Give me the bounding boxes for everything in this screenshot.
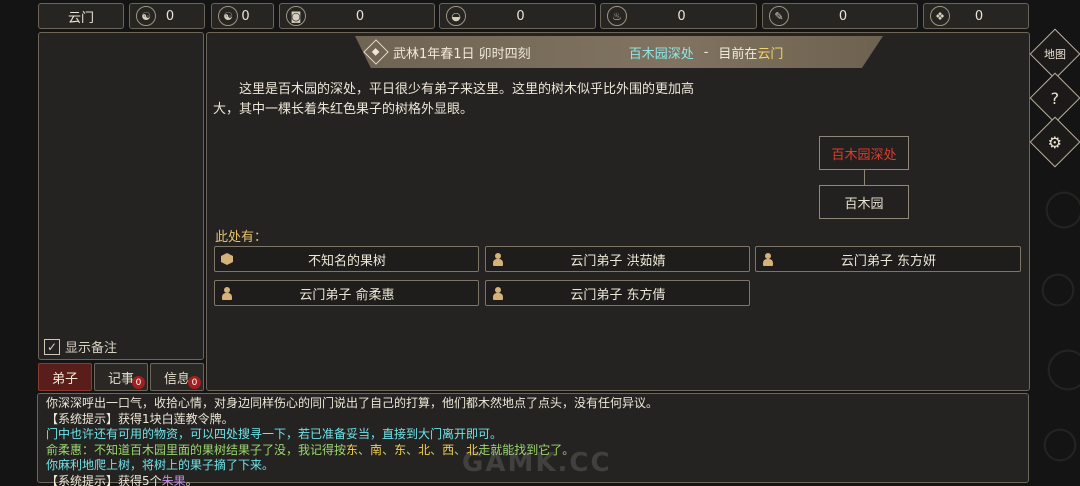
entity-fruit-tree[interactable]: 不知名的果树 — [214, 246, 479, 272]
rice-bowl-icon: ◒ — [446, 6, 466, 26]
entity-label: 云门弟子 洪茹婧 — [570, 253, 666, 269]
settings-gear-icon: ⚙ — [1047, 132, 1063, 152]
map-node-exit[interactable]: 百木园 — [819, 185, 909, 219]
entity-disciple-yu[interactable]: 云门弟子 俞柔惠 — [214, 280, 479, 306]
current-location: 百木园深处 — [628, 46, 694, 62]
scroll-icon: ✎ — [769, 6, 789, 26]
resource-yin-yang: ☯ 0 — [211, 3, 274, 29]
location-description: 这里是百木园的深处，平日很少有弟子来这里。这里的树木似乎比外围的更加高大，其中一… — [213, 82, 695, 117]
map-icon: 地图 — [1044, 48, 1066, 61]
resource-value: 0 — [838, 8, 848, 24]
watermark: GAMK.CC — [462, 448, 612, 478]
gourd-icon: ♨ — [607, 6, 627, 26]
entity-disciple-dongfangqian[interactable]: 云门弟子 东方倩 — [485, 280, 750, 306]
now-at-place: 云门 — [757, 46, 784, 62]
sect-label: 云门 — [38, 3, 124, 29]
map-node-label: 百木园深处 — [831, 147, 897, 163]
settings-button[interactable]: ⚙ — [1029, 116, 1080, 168]
resource-value: 0 — [241, 8, 250, 24]
resource-rice: ◒ 0 — [439, 3, 596, 29]
sect-label-text: 云门 — [67, 10, 94, 26]
person-icon — [761, 252, 775, 266]
game-date: 武林1年春1日 卯时四刻 — [393, 46, 531, 62]
tab-label: 弟子 — [51, 371, 78, 387]
checkbox-check-icon[interactable]: ✓ — [44, 338, 60, 355]
object-box-icon — [220, 252, 234, 266]
resource-ore: ❖ 0 — [923, 3, 1029, 29]
help-icon: ? — [1050, 88, 1060, 108]
resource-value: 0 — [355, 8, 365, 24]
log-line: 【系统提示】获得1块白莲教令牌。 — [46, 411, 234, 426]
show-memo-label: 显示备注 — [65, 341, 118, 356]
resource-taiji-coin: ☯ 0 — [129, 3, 205, 29]
person-icon — [491, 252, 505, 266]
ore-icon: ❖ — [930, 6, 950, 26]
unread-badge: 0 — [132, 376, 145, 389]
tab-label: 信息 — [163, 371, 190, 387]
resource-value: 0 — [165, 8, 175, 24]
entity-disciple-hong[interactable]: 云门弟子 洪茹婧 — [485, 246, 750, 272]
now-at-label: 目前在 — [718, 46, 758, 62]
entity-label: 云门弟子 东方妍 — [840, 253, 937, 269]
tab-messages[interactable]: 信息 0 — [150, 363, 204, 391]
yin-yang-icon: ☯ — [218, 6, 238, 26]
left-panel — [38, 32, 204, 360]
resource-gourd: ♨ 0 — [600, 3, 757, 29]
entity-disciple-dongfangyan[interactable]: 云门弟子 东方妍 — [755, 246, 1021, 272]
person-icon — [220, 286, 234, 300]
map-node-current: 百木园深处 — [819, 136, 909, 170]
resource-square-coin: ◙ 0 — [279, 3, 435, 29]
location-banner: ◆ 武林1年春1日 卯时四刻 百木园深处 - 目前在 云门 — [355, 36, 883, 68]
taiji-coin-icon: ☯ — [136, 6, 156, 26]
entity-label: 云门弟子 俞柔惠 — [299, 287, 395, 303]
cloud-ornament — [1034, 180, 1080, 480]
map-node-label: 百木园 — [844, 196, 884, 212]
tab-disciples[interactable]: 弟子 — [38, 363, 92, 391]
map-connector — [864, 169, 865, 185]
unread-badge: 0 — [188, 376, 201, 389]
square-coin-icon: ◙ — [286, 6, 306, 26]
log-line: 门中也许还有可用的物资，可以四处搜寻一下，若已准备妥当，直接到大门离开即可。 — [46, 427, 503, 441]
here-label: 此处有： — [215, 230, 268, 245]
resource-scroll: ✎ 0 — [762, 3, 918, 29]
show-memo-toggle[interactable]: ✓ 显示备注 — [44, 337, 117, 356]
person-icon — [491, 286, 505, 300]
resource-value: 0 — [974, 8, 984, 24]
entity-label: 云门弟子 东方倩 — [570, 287, 666, 303]
tab-label: 记事 — [107, 371, 134, 387]
separator-dash: - — [703, 44, 709, 60]
resource-value: 0 — [677, 8, 686, 24]
entity-label: 不知名的果树 — [307, 253, 386, 269]
resource-value: 0 — [516, 8, 525, 24]
tab-records[interactable]: 记事 0 — [94, 363, 148, 391]
log-line: 你深深呼出一口气，收拾心情，对身边同样伤心的同门说出了自己的打算，他们都木然地点… — [46, 396, 659, 410]
